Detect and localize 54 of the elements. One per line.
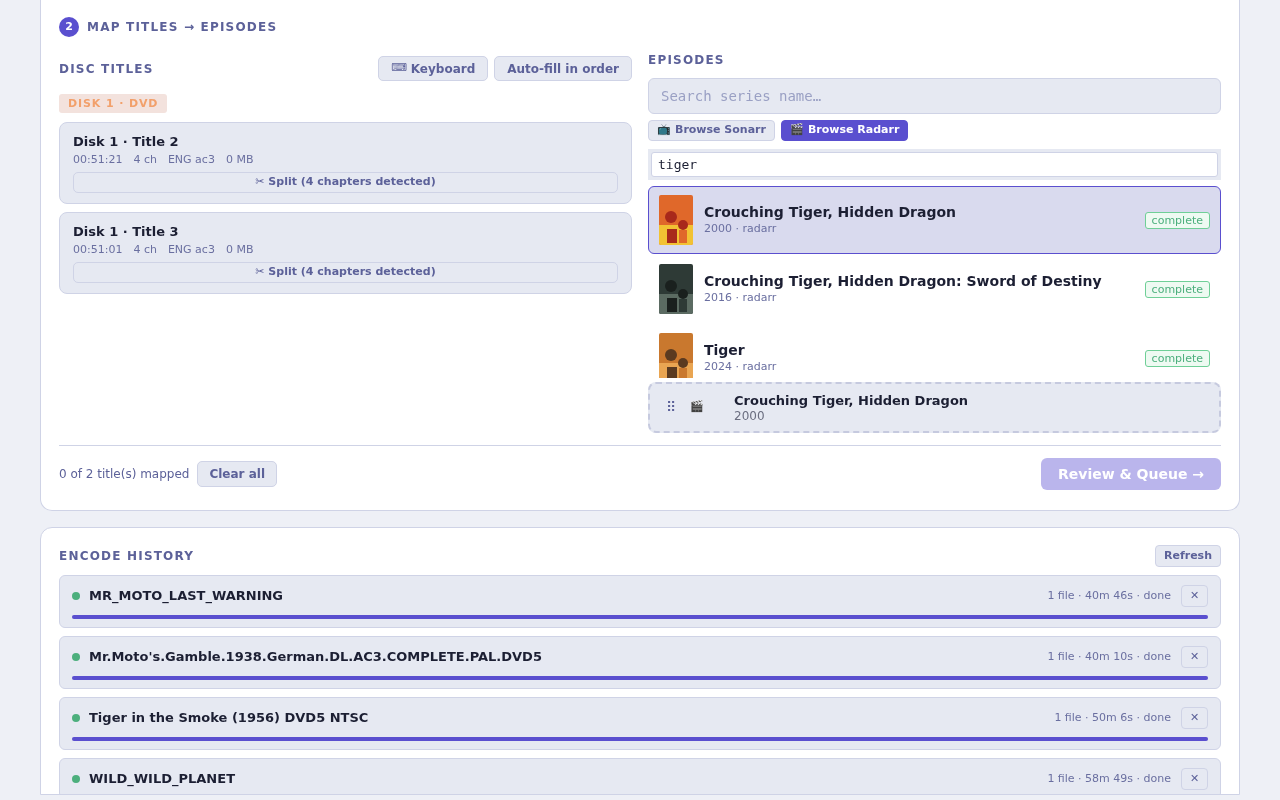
result-meta: 2000 · radarr	[704, 220, 778, 237]
disk-tag: DISK 1 · DVD	[59, 94, 168, 113]
drag-title: Crouching Tiger, Hidden Dragon	[734, 392, 969, 409]
result-meta: 2024 · radarr	[704, 358, 778, 375]
result-title: Crouching Tiger, Hidden Dragon	[704, 202, 958, 221]
title-meta: 4 ch	[133, 151, 157, 168]
title-name: Disk 1 · Title 2	[73, 133, 180, 151]
title-meta: 0 MB	[225, 241, 254, 258]
autofill-button[interactable]: Auto-fill in order	[494, 56, 632, 81]
title-meta: ENG ac3	[167, 241, 215, 258]
job-name: MR_MOTO_LAST_WARNING	[89, 587, 285, 606]
source-tab[interactable]: 🎬 Browse Radarr	[780, 120, 909, 141]
search-field[interactable]: Search series name…	[648, 78, 1221, 114]
status-badge: complete	[1144, 280, 1210, 298]
close-button[interactable]: ✕	[1181, 768, 1208, 790]
refresh-button[interactable]: Refresh	[1155, 545, 1221, 567]
close-button[interactable]: ✕	[1181, 646, 1208, 668]
title-meta: 00:51:21	[73, 151, 123, 168]
result-item[interactable]: Crouching Tiger, Hidden Dragon 2000 · radarr complete	[648, 186, 1221, 254]
filter-field[interactable]: tiger	[651, 152, 1218, 177]
status-badge: complete	[1144, 349, 1210, 367]
result-title: Tiger	[704, 340, 746, 359]
split-button[interactable]: ✂ Split (4 chapters detected)	[73, 172, 618, 193]
status-badge: complete	[1144, 211, 1210, 229]
clapper-icon: 🎬	[690, 399, 724, 416]
mapped-count: 0 of 2 title(s) mapped	[59, 466, 190, 483]
job-name: Mr.Moto's.Gamble.1938.German.DL.AC3.COMPLETE.PAL.DVD5	[89, 648, 543, 667]
result-meta: 2016 · radarr	[704, 289, 778, 306]
title-name: Disk 1 · Title 3	[73, 223, 180, 241]
clear-all-button[interactable]: Clear all	[197, 461, 278, 487]
title-meta: ENG ac3	[167, 151, 215, 168]
title-meta: 0 MB	[225, 151, 254, 168]
job-meta: 1 file · 40m 10s · done	[1047, 648, 1171, 665]
drag-handle[interactable]: ⠿	[666, 397, 682, 418]
section-title: MAP TITLES → EPISODES	[87, 19, 278, 36]
job-meta: 1 file · 40m 46s · done	[1047, 587, 1171, 604]
section-heading: ENCODE HISTORY	[59, 548, 195, 565]
result-title: Crouching Tiger, Hidden Dragon: Sword of Destiny	[704, 271, 1103, 290]
split-button[interactable]: ✂ Split (4 chapters detected)	[73, 262, 618, 283]
close-button[interactable]: ✕	[1181, 707, 1208, 729]
title-meta: 00:51:01	[73, 241, 123, 258]
keyboard-button[interactable]: ⌨ Keyboard	[377, 56, 489, 81]
job-name: WILD_WILD_PLANET	[89, 770, 236, 789]
drag-preview[interactable]: ⠿ 🎬 Crouching Tiger, Hidden Dragon 2000	[648, 382, 1221, 433]
close-button[interactable]: ✕	[1181, 585, 1208, 607]
section-heading: EPISODES	[648, 52, 726, 69]
step-number: 2	[59, 17, 79, 37]
drag-year: 2000	[734, 408, 766, 423]
job-meta: 1 file · 50m 6s · done	[1054, 709, 1171, 726]
source-tab[interactable]: 📺 Browse Sonarr	[648, 120, 775, 141]
job-name: Tiger in the Smoke (1956) DVD5 NTSC	[89, 709, 370, 728]
section-heading: DISC TITLES	[59, 60, 154, 78]
title-meta: 4 ch	[133, 241, 157, 258]
job-meta: 1 file · 58m 49s · done	[1047, 770, 1171, 787]
